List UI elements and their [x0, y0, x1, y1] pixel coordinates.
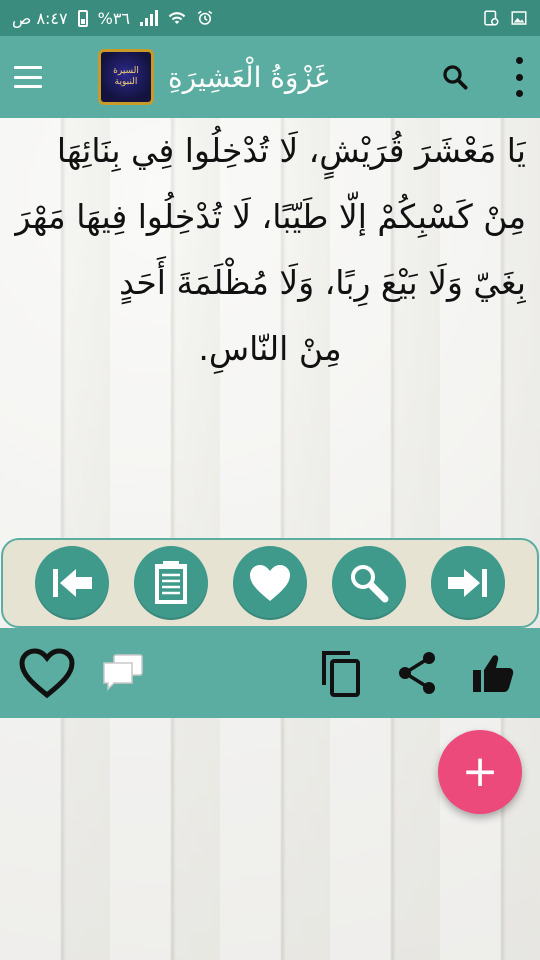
action-bar [0, 628, 540, 718]
app-bar: السيرة النبوية غَزْوَةُ الْعَشِيرَةِ [0, 36, 540, 118]
favorite-outline-button[interactable] [18, 644, 76, 702]
status-left: ٨:٤٧ ص %٣٦ [12, 9, 214, 28]
logo-line1: السيرة [113, 66, 139, 76]
app-logo: السيرة النبوية [98, 49, 154, 105]
menu-icon[interactable] [14, 66, 42, 88]
logo-line2: النبوية [114, 77, 138, 87]
chat-icon [103, 654, 143, 691]
last-page-button[interactable] [430, 546, 505, 620]
heart-icon [249, 565, 290, 601]
status-right [482, 9, 528, 27]
first-page-button[interactable] [35, 546, 110, 620]
screenshot-notification-icon [484, 10, 499, 26]
last-page-icon [447, 569, 487, 597]
search-icon [350, 565, 389, 603]
heart-outline-icon [19, 648, 75, 699]
clipboard-button[interactable] [134, 546, 209, 620]
comments-button[interactable] [94, 644, 152, 702]
favorite-button[interactable] [232, 546, 307, 620]
navigation-panel [1, 538, 539, 628]
clipboard-icon [155, 561, 188, 604]
clock: ٨:٤٧ ص [12, 8, 68, 28]
like-button[interactable] [464, 644, 522, 702]
search-text-button[interactable] [331, 546, 406, 620]
copy-icon [322, 651, 360, 697]
page-title: غَزْوَةُ الْعَشِيرَةِ [168, 60, 329, 94]
more-options-icon[interactable] [514, 57, 524, 97]
share-icon [399, 652, 435, 694]
content-last-line: مِنْ النّاسِ. [198, 329, 342, 368]
battery-percent: %٣٦ [97, 8, 130, 28]
alarm-icon [197, 10, 213, 25]
copy-button[interactable] [312, 644, 370, 702]
first-page-icon [53, 569, 93, 597]
share-button[interactable] [388, 644, 446, 702]
thumb-up-icon [473, 655, 514, 692]
image-notification-icon [511, 11, 527, 25]
status-bar: ٨:٤٧ ص %٣٦ [0, 0, 540, 36]
wifi-icon [168, 12, 186, 24]
search-icon[interactable] [440, 62, 470, 92]
add-fab-button[interactable]: + [438, 730, 522, 814]
content-text: يَا مَعْشَرَ قُرَيْشٍ، لَا تُدْخِلُوا فِ… [14, 118, 526, 538]
battery-icon [77, 9, 88, 27]
content-paragraph: يَا مَعْشَرَ قُرَيْشٍ، لَا تُدْخِلُوا فِ… [14, 131, 526, 302]
signal-icon [140, 10, 158, 26]
